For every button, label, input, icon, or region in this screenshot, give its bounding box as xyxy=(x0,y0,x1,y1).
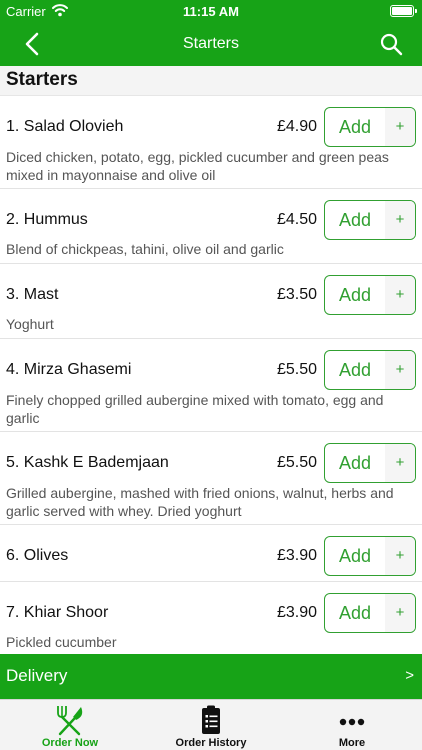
tab-label: Order History xyxy=(175,737,247,749)
tab-bar: Order Now Order History More xyxy=(0,699,422,750)
delivery-label: Delivery xyxy=(6,666,68,685)
battery-icon xyxy=(390,5,417,17)
item-description: Grilled aubergine, mashed with fried oni… xyxy=(6,485,394,519)
add-button-label: Add xyxy=(338,603,372,623)
add-button-label: Add xyxy=(338,453,372,473)
item-description: Blend of chickpeas, tahini, olive oil an… xyxy=(6,241,284,257)
menu-item-list[interactable]: 1. Salad Olovieh £4.90 Add + Diced chick… xyxy=(0,96,422,654)
item-description: Yoghurt xyxy=(6,316,54,332)
item-name: 4. Mirza Ghasemi xyxy=(6,361,132,378)
item-price: £4.90 xyxy=(276,118,317,135)
item-name: 1. Salad Olovieh xyxy=(6,118,124,135)
menu-item: 7. Khiar Shoor £3.90 Add + Pickled cucum… xyxy=(0,582,422,654)
plus-icon[interactable]: + xyxy=(385,444,415,482)
item-name: 3. Mast xyxy=(6,286,59,303)
add-button-label: Add xyxy=(338,117,372,137)
add-button-label: Add xyxy=(338,360,372,380)
tab-label: More xyxy=(338,737,366,749)
item-name: 7. Khiar Shoor xyxy=(6,604,109,621)
more-dots-icon xyxy=(339,718,365,726)
menu-item: 1. Salad Olovieh £4.90 Add + Diced chick… xyxy=(0,96,422,189)
item-name: 6. Olives xyxy=(6,547,69,564)
item-price: £4.50 xyxy=(276,211,317,228)
add-button[interactable]: Add + xyxy=(324,593,416,633)
chevron-right-icon: > xyxy=(405,667,414,684)
tab-label: Order Now xyxy=(41,737,99,749)
add-button-label: Add xyxy=(338,546,372,566)
menu-item: 5. Kashk E Bademjaan £5.50 Add + Grilled… xyxy=(0,432,422,525)
fork-knife-icon xyxy=(57,706,83,736)
item-price: £3.50 xyxy=(276,286,317,303)
add-button-label: Add xyxy=(338,210,372,230)
plus-icon[interactable]: + xyxy=(385,594,415,632)
item-description: Pickled cucumber xyxy=(6,634,117,650)
add-button[interactable]: Add + xyxy=(324,443,416,483)
add-button-label: Add xyxy=(338,285,372,305)
plus-icon[interactable]: + xyxy=(385,351,415,389)
tab-more[interactable]: More xyxy=(282,700,422,750)
item-price: £3.90 xyxy=(276,547,317,564)
app-screen: Carrier 11:15 AM Starters Starters 1. Sa… xyxy=(0,0,422,750)
item-name: 5. Kashk E Bademjaan xyxy=(6,454,169,471)
item-name: 2. Hummus xyxy=(6,211,88,228)
search-icon[interactable] xyxy=(378,31,404,57)
item-price: £5.50 xyxy=(276,454,317,471)
plus-icon[interactable]: + xyxy=(385,537,415,575)
add-button[interactable]: Add + xyxy=(324,536,416,576)
menu-item: 3. Mast £3.50 Add + Yoghurt xyxy=(0,264,422,339)
navigation-bar: Starters xyxy=(0,22,422,66)
add-button[interactable]: Add + xyxy=(324,275,416,315)
delivery-bar[interactable]: Delivery > xyxy=(0,654,422,699)
tab-order-now[interactable]: Order Now xyxy=(0,700,140,750)
section-header: Starters xyxy=(0,66,422,96)
item-description: Diced chicken, potato, egg, pickled cucu… xyxy=(6,149,389,183)
status-time: 11:15 AM xyxy=(183,4,239,19)
plus-icon[interactable]: + xyxy=(385,108,415,146)
menu-item: 4. Mirza Ghasemi £5.50 Add + Finely chop… xyxy=(0,339,422,432)
item-description: Finely chopped grilled aubergine mixed w… xyxy=(6,392,384,426)
plus-icon[interactable]: + xyxy=(385,201,415,239)
add-button[interactable]: Add + xyxy=(324,200,416,240)
menu-item: 6. Olives £3.90 Add + xyxy=(0,525,422,582)
clipboard-list-icon xyxy=(202,705,220,734)
tab-order-history[interactable]: Order History xyxy=(141,700,281,750)
add-button[interactable]: Add + xyxy=(324,107,416,147)
item-price: £5.50 xyxy=(276,361,317,378)
status-bar: Carrier 11:15 AM xyxy=(0,0,422,22)
menu-item: 2. Hummus £4.50 Add + Blend of chickpeas… xyxy=(0,189,422,264)
add-button[interactable]: Add + xyxy=(324,350,416,390)
section-title: Starters xyxy=(6,69,78,90)
page-title: Starters xyxy=(182,35,239,52)
plus-icon[interactable]: + xyxy=(385,276,415,314)
item-price: £3.90 xyxy=(276,604,317,621)
